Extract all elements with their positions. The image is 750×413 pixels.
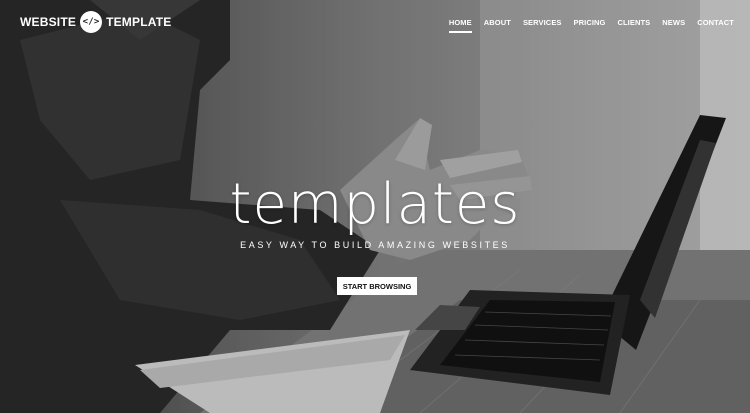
nav-item-news[interactable]: NEWS bbox=[662, 18, 685, 33]
nav-item-contact[interactable]: CONTACT bbox=[697, 18, 734, 33]
logo-text-right: TEMPLATE bbox=[106, 15, 172, 29]
nav-item-services[interactable]: SERVICES bbox=[523, 18, 562, 33]
nav-item-pricing[interactable]: PRICING bbox=[574, 18, 606, 33]
code-icon: </> bbox=[80, 11, 103, 33]
site-logo[interactable]: WEBSITE </> TEMPLATE bbox=[20, 11, 171, 33]
main-nav: HOME ABOUT SERVICES PRICING CLIENTS NEWS… bbox=[448, 18, 734, 33]
hero-tagline: EASY WAY TO BUILD AMAZING WEBSITES bbox=[240, 240, 510, 250]
hero-section: WEBSITE </> TEMPLATE HOME ABOUT SERVICES… bbox=[0, 0, 750, 413]
nav-item-about[interactable]: ABOUT bbox=[484, 18, 511, 33]
hero-headline: templates bbox=[229, 172, 521, 237]
nav-item-clients[interactable]: CLIENTS bbox=[617, 18, 650, 33]
logo-text-left: WEBSITE bbox=[20, 15, 77, 29]
start-browsing-button[interactable]: START BROWSING bbox=[337, 277, 417, 295]
nav-item-home[interactable]: HOME bbox=[448, 18, 472, 33]
